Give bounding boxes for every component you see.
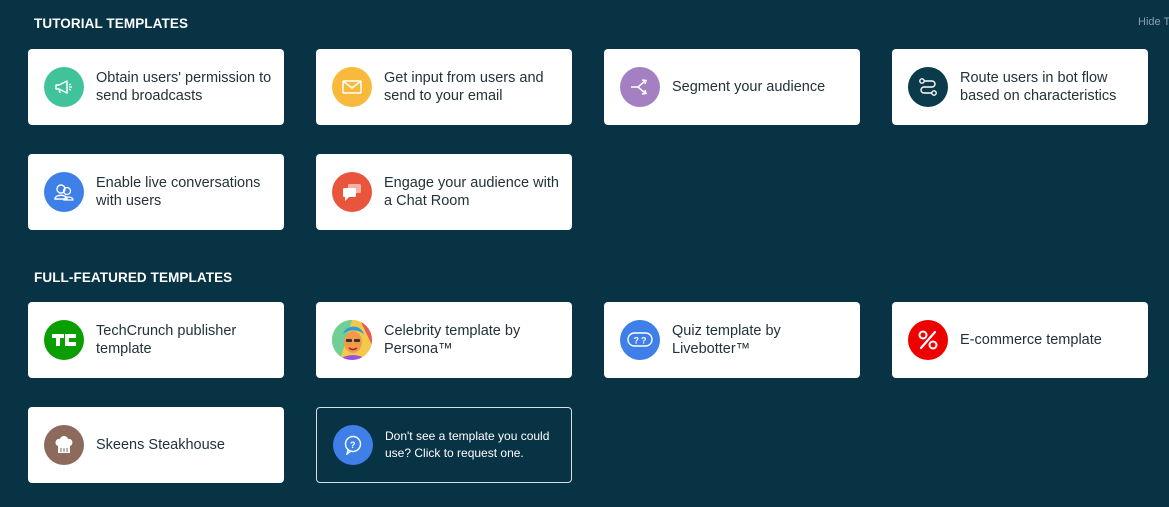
chat-bubbles-icon	[332, 172, 372, 212]
chef-hat-icon	[44, 425, 84, 465]
card-label: Celebrity template by Persona™	[384, 323, 521, 357]
tutorial-card-segment-audience[interactable]: Segment your audience	[604, 49, 860, 125]
request-template-card[interactable]: ? Don't see a template you could use? Cl…	[316, 407, 572, 483]
tutorial-card-route-users[interactable]: Route users in bot flow based on charact…	[892, 49, 1148, 125]
card-label: Obtain users' permission to send broadca…	[96, 70, 272, 104]
card-label: Skeens Steakhouse	[96, 437, 225, 453]
card-label: TechCrunch publisher template	[96, 323, 237, 357]
tutorial-section-title: TUTORIAL TEMPLATES	[34, 16, 189, 31]
full-card-skeens-steakhouse[interactable]: Skeens Steakhouse	[28, 407, 284, 483]
full-card-ecommerce[interactable]: E-commerce template	[892, 302, 1148, 378]
percent-icon	[908, 320, 948, 360]
svg-text:?: ?	[350, 440, 356, 450]
full-section-title: FULL-FEATURED TEMPLATES	[34, 270, 233, 285]
tutorial-card-chat-room[interactable]: Engage your audience with a Chat Room	[316, 154, 572, 230]
route-icon	[908, 67, 948, 107]
svg-text:?: ?	[641, 336, 647, 346]
full-card-quiz[interactable]: ? ? Quiz template by Livebotter™	[604, 302, 860, 378]
card-label: Get input from users and send to your em…	[384, 70, 544, 104]
card-label: Segment your audience	[672, 79, 826, 95]
tutorial-card-live-conversations[interactable]: Enable live conversations with users	[28, 154, 284, 230]
megaphone-icon	[44, 67, 84, 107]
templates-page: TUTORIAL TEMPLATES Hide T Obtain users' …	[0, 0, 1169, 507]
full-card-celebrity[interactable]: Celebrity template by Persona™	[316, 302, 572, 378]
split-arrows-icon	[620, 67, 660, 107]
card-label: Enable live conversations with users	[96, 175, 261, 209]
card-label: E-commerce template	[960, 332, 1102, 348]
celebrity-portrait-icon	[332, 320, 372, 360]
quiz-bubbles-icon: ? ?	[620, 320, 660, 360]
users-chat-icon	[44, 172, 84, 212]
question-bubble-icon: ?	[333, 425, 373, 465]
hide-templates-link[interactable]: Hide T	[1138, 16, 1169, 28]
request-template-label: Don't see a template you could use? Clic…	[385, 429, 550, 460]
card-label: Quiz template by Livebotter™	[672, 323, 781, 357]
card-label: Engage your audience with a Chat Room	[384, 175, 559, 209]
full-card-techcrunch[interactable]: TechCrunch publisher template	[28, 302, 284, 378]
envelope-icon	[332, 67, 372, 107]
svg-text:?: ?	[634, 336, 640, 346]
techcrunch-logo-icon	[44, 320, 84, 360]
tutorial-card-email-input[interactable]: Get input from users and send to your em…	[316, 49, 572, 125]
tutorial-card-broadcast-permission[interactable]: Obtain users' permission to send broadca…	[28, 49, 284, 125]
card-label: Route users in bot flow based on charact…	[960, 70, 1117, 104]
